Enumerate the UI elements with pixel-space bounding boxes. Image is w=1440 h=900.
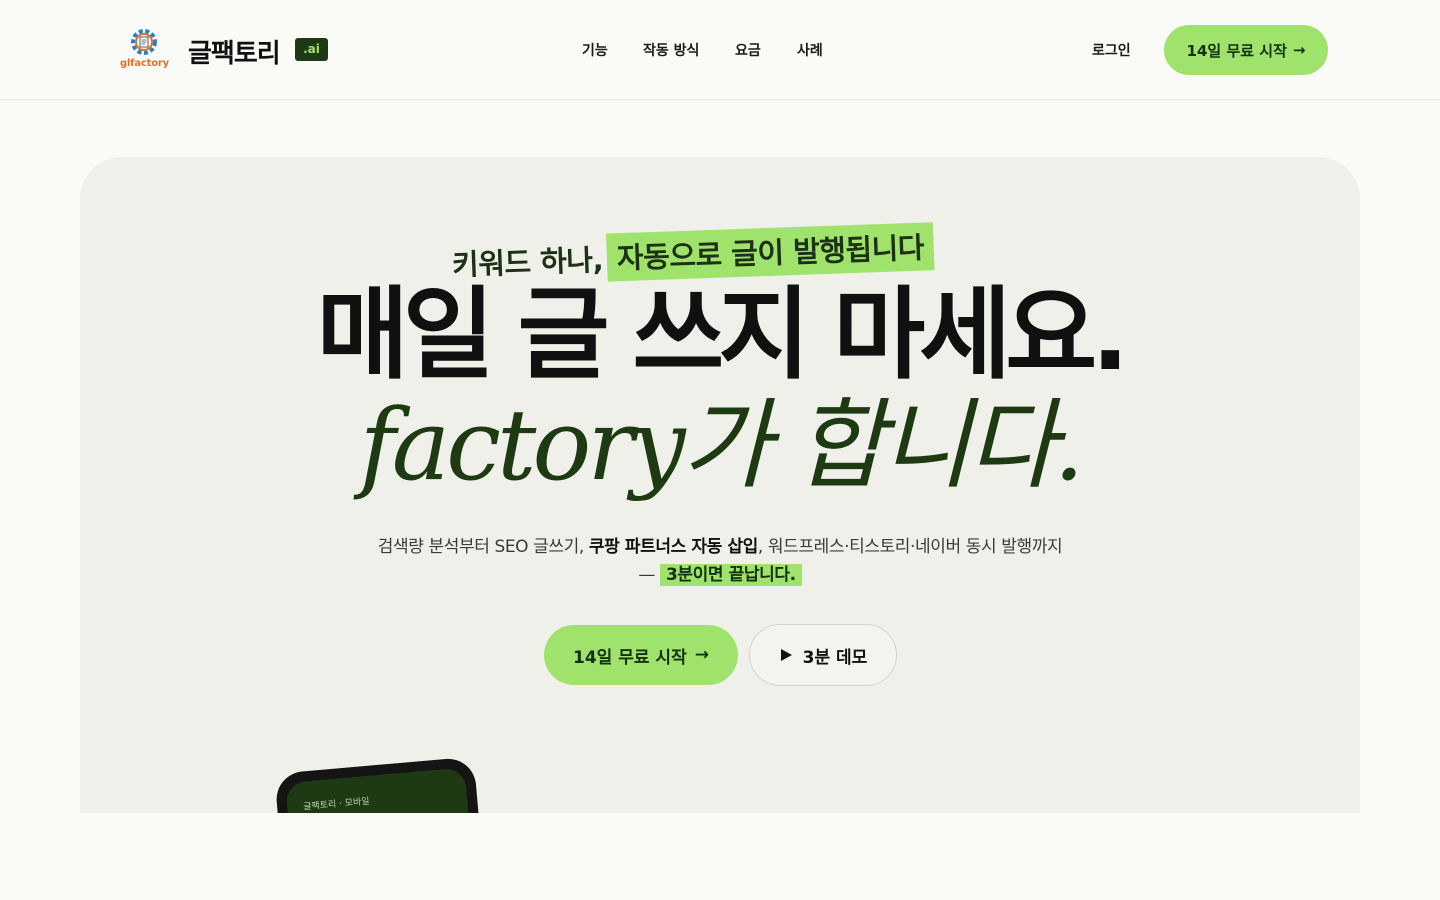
desc-text-b: , 워드프레스·티스토리·네이버 동시 발행까지 <box>757 537 1063 557</box>
header-start-trial-button[interactable]: 14일 무료 시작 → <box>1164 25 1328 75</box>
brand-logo[interactable]: glfactory <box>120 28 169 72</box>
header-cta-label: 14일 무료 시작 <box>1186 41 1287 60</box>
hero-headline: 매일 글 쓰지 마세요. <box>316 276 1129 393</box>
logo-text: glfactory <box>120 58 169 69</box>
nav-item-features[interactable]: 기능 <box>582 40 608 60</box>
brand-badge: .ai <box>295 38 328 61</box>
phone-label: 글팩토리 · 모바일 <box>302 796 371 813</box>
hero-section: 키워드 하나, 자동으로 글이 발행됩니다 매일 글 쓰지 마세요. facto… <box>80 157 1360 813</box>
hero-start-trial-button[interactable]: 14일 무료 시작 → <box>544 625 738 685</box>
desc-line-1: 검색량 분석부터 SEO 글쓰기, 쿠팡 파트너스 자동 삽입, 워드프레스·티… <box>80 533 1360 561</box>
hero-subhead: factory가 합니다. <box>359 389 1084 503</box>
brand-name[interactable]: 글팩토리 <box>188 33 281 70</box>
site-header: glfactory 글팩토리 .ai 기능 작동 방식 요금 사례 로그인 14… <box>0 0 1440 100</box>
login-link[interactable]: 로그인 <box>1092 40 1131 60</box>
desc-dash: — <box>638 565 660 585</box>
nav-item-cases[interactable]: 사례 <box>797 40 823 60</box>
demo-video-button[interactable]: 3분 데모 <box>749 624 897 686</box>
nav-item-how-it-works[interactable]: 작동 방식 <box>643 40 699 60</box>
arrow-right-icon: → <box>694 645 709 665</box>
desc-bold: 쿠팡 파트너스 자동 삽입 <box>588 537 758 557</box>
desc-text-a: 검색량 분석부터 SEO 글쓰기, <box>377 537 589 557</box>
demo-label: 3분 데모 <box>802 647 868 668</box>
play-icon <box>780 649 792 661</box>
gear-logo-icon <box>131 29 157 55</box>
nav-item-pricing[interactable]: 요금 <box>735 40 761 60</box>
eyebrow-highlight: 자동으로 글이 발행됩니다 <box>606 222 935 282</box>
phone-mockup: 글팩토리 · 모바일 <box>274 756 486 813</box>
hero-description: 검색량 분석부터 SEO 글쓰기, 쿠팡 파트너스 자동 삽입, 워드프레스·티… <box>80 533 1360 589</box>
desc-line-2: — 3분이면 끝납니다. <box>80 561 1360 589</box>
phone-screen: 글팩토리 · 모바일 <box>285 767 475 813</box>
desc-highlight: 3분이면 끝납니다. <box>659 564 802 586</box>
arrow-right-icon: → <box>1292 41 1306 59</box>
hero-cta-label: 14일 무료 시작 <box>573 647 687 668</box>
